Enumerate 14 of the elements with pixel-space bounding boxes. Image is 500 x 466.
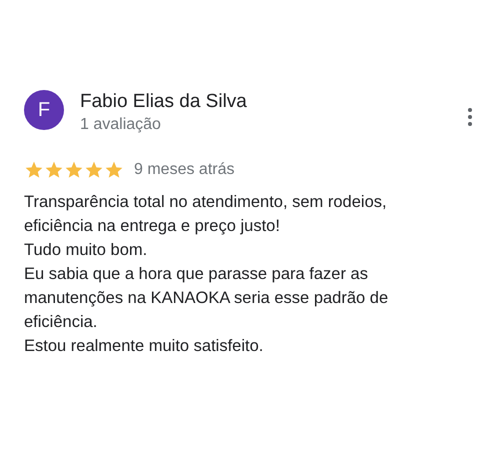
star-icon [64, 160, 84, 180]
review-time: 9 meses atrás [134, 160, 234, 180]
star-icon [24, 160, 44, 180]
star-icon [44, 160, 64, 180]
review-text: Tudo muito bom. [24, 240, 148, 261]
review-text: Eu sabia que a hora que parasse para fazer as manutenções na KANAOKA seria esse padrão de eficiência. [24, 264, 390, 333]
review-count: 1 avaliação [80, 115, 162, 135]
review-text: Estou realmente muito satisfeito. [24, 336, 264, 357]
star-icon [104, 160, 124, 180]
more-options-icon[interactable] [466, 106, 474, 128]
review-text: Transparência total no atendimento, sem rodeios, eficiência na entrega e preço justo! [24, 192, 388, 237]
star-icon [84, 160, 104, 180]
author-name[interactable]: Fabio Elias da Silva [80, 90, 466, 114]
avatar: F [24, 90, 64, 130]
